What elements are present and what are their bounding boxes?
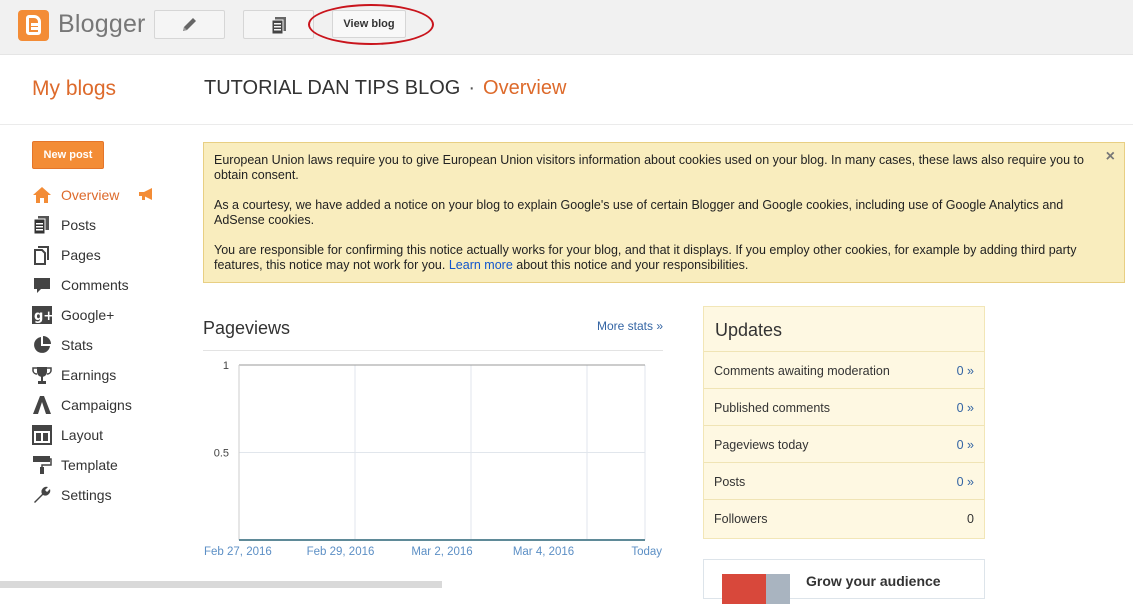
sidebar-item-label: Settings: [61, 487, 112, 503]
sidebar-item-campaigns[interactable]: Campaigns: [32, 392, 172, 422]
section-title: Overview: [483, 77, 567, 99]
sidebar-item-label: Google+: [61, 307, 115, 323]
sidebar-item-label: Comments: [61, 277, 129, 293]
title-separator: ·: [468, 77, 476, 99]
y-tick-label: 0.5: [214, 448, 229, 460]
updates-row-label: Posts: [714, 475, 746, 489]
x-tick-label: Today: [631, 546, 662, 558]
notice-paragraph: European Union laws require you to give …: [214, 153, 1084, 182]
sidebar-item-label: Pages: [61, 247, 101, 263]
updates-row: Comments awaiting moderation 0 »: [704, 351, 984, 388]
sidebar-item-label: Overview: [61, 187, 120, 203]
svg-text:g+: g+: [34, 309, 52, 324]
pencil-icon: [183, 18, 196, 31]
sidebar-item-overview[interactable]: Overview: [32, 182, 172, 212]
comments-icon: [34, 278, 50, 293]
updates-row-value-link[interactable]: 0 »: [957, 401, 974, 415]
template-icon: [33, 456, 52, 474]
pages-icon: [34, 246, 49, 265]
sidebar-item-label: Campaigns: [61, 397, 132, 413]
updates-row-label: Comments awaiting moderation: [714, 364, 890, 378]
grow-audience-panel: Grow your audience: [703, 559, 985, 604]
blogger-logo-icon[interactable]: [18, 10, 49, 41]
app-name[interactable]: Blogger: [58, 10, 146, 39]
posts-icon: [271, 17, 286, 35]
sidebar-item-label: Posts: [61, 217, 97, 233]
highlight-ellipse: [308, 4, 434, 45]
x-tick-label: Mar 4, 2016: [513, 546, 574, 558]
updates-title: Updates: [715, 320, 783, 340]
megaphone-icon[interactable]: [138, 187, 156, 201]
header-divider: [0, 124, 1133, 125]
updates-row-label: Published comments: [714, 401, 831, 415]
close-icon[interactable]: ×: [1106, 149, 1115, 165]
page-title: TUTORIAL DAN TIPS BLOG · Overview: [204, 77, 566, 100]
my-blogs-link[interactable]: My blogs: [32, 77, 116, 101]
pageviews-title: Pageviews: [203, 318, 291, 338]
updates-row: Published comments 0 »: [704, 388, 984, 425]
x-tick-label: Mar 2, 2016: [411, 546, 472, 558]
more-stats-link[interactable]: More stats »: [597, 319, 663, 333]
updates-row-value-link[interactable]: 0 »: [957, 364, 974, 378]
updates-row-label: Followers: [714, 512, 768, 526]
notice-paragraph: As a courtesy, we have added a notice on…: [214, 198, 1064, 227]
google-plus-icon: g+: [32, 306, 52, 324]
trophy-icon: [32, 367, 52, 384]
horizontal-scrollbar[interactable]: [0, 581, 442, 588]
x-tick-label: Feb 27, 2016: [204, 546, 272, 558]
updates-row: Pageviews today 0 »: [704, 425, 984, 462]
posts-list-button[interactable]: [243, 10, 314, 39]
stats-icon: [34, 336, 51, 353]
grow-audience-title: Grow your audience: [806, 573, 941, 589]
sidebar-item-label: Earnings: [61, 367, 117, 383]
updates-row: Posts 0 »: [704, 462, 984, 499]
sidebar-item-layout[interactable]: Layout: [32, 422, 172, 452]
layout-icon: [32, 425, 52, 445]
new-post-pencil-button[interactable]: [154, 10, 225, 39]
x-tick-label: Feb 29, 2016: [307, 546, 375, 558]
notice-text: about this notice and your responsibilit…: [516, 258, 749, 272]
campaigns-icon: [33, 396, 51, 414]
sidebar-item-settings[interactable]: Settings: [32, 482, 172, 512]
sidebar-item-label: Layout: [61, 427, 104, 443]
sidebar-item-label: Template: [61, 457, 118, 473]
y-tick-label: 1: [223, 360, 229, 372]
top-bar: Blogger View blog: [0, 0, 1133, 55]
updates-row-value: 0: [967, 512, 974, 526]
cookie-notice: × European Union laws require you to giv…: [203, 142, 1125, 283]
sidebar-item-template[interactable]: Template: [32, 452, 172, 482]
sidebar-item-earnings[interactable]: Earnings: [32, 362, 172, 392]
home-icon: [33, 187, 51, 203]
notice-paragraph: You are responsible for confirming this …: [214, 243, 1084, 273]
posts-icon: [33, 216, 49, 235]
updates-panel: Updates Comments awaiting moderation 0 »…: [703, 306, 985, 539]
sidebar-item-pages[interactable]: Pages: [32, 242, 172, 272]
learn-more-link[interactable]: Learn more: [449, 258, 513, 272]
sidebar-nav: Overview Posts Pages Comments g+ Google+…: [32, 182, 172, 512]
blog-title[interactable]: TUTORIAL DAN TIPS BLOG: [204, 77, 460, 99]
updates-row-label: Pageviews today: [714, 438, 809, 452]
updates-row-value-link[interactable]: 0 »: [957, 475, 974, 489]
pageviews-chart: 1 0.5 Feb 27, 2016 Feb 29, 2016 Mar 2, 2016 M…: [204, 360, 662, 558]
new-post-button[interactable]: New post: [32, 141, 104, 169]
updates-row: Followers 0: [704, 499, 984, 536]
sidebar-item-label: Stats: [61, 337, 93, 353]
avatar: [766, 574, 790, 604]
sidebar-item-comments[interactable]: Comments: [32, 272, 172, 302]
sidebar-item-google-plus[interactable]: g+ Google+: [32, 302, 172, 332]
updates-row-value-link[interactable]: 0 »: [957, 438, 974, 452]
wrench-icon: [34, 486, 51, 503]
pageviews-divider: [203, 350, 663, 351]
sidebar-item-stats[interactable]: Stats: [32, 332, 172, 362]
sidebar-item-posts[interactable]: Posts: [32, 212, 172, 242]
google-plus-promo-icon: [722, 574, 766, 604]
